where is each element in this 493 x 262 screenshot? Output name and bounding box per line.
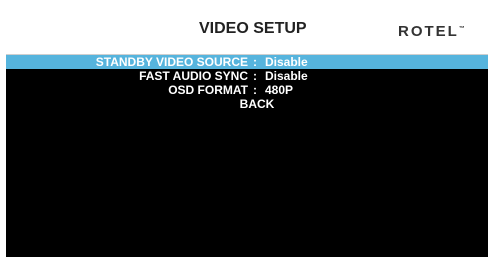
osd-header: VIDEO SETUP ROTEL™ bbox=[6, 6, 488, 55]
menu-item-label: OSD FORMAT bbox=[168, 83, 248, 97]
menu-item-label: STANDBY VIDEO SOURCE bbox=[95, 55, 248, 69]
back-button[interactable]: BACK bbox=[6, 97, 488, 111]
menu-item-back[interactable]: BACK bbox=[6, 97, 488, 111]
video-setup-menu: STANDBY VIDEO SOURCE : Disable FAST AUDI… bbox=[6, 55, 488, 111]
menu-item-value: 480P bbox=[265, 83, 294, 97]
menu-item-separator: : bbox=[253, 83, 257, 97]
menu-item-label: FAST AUDIO SYNC bbox=[139, 69, 248, 83]
brand-name: ROTEL bbox=[398, 23, 459, 40]
menu-item-value: Disable bbox=[265, 55, 308, 69]
menu-item-fast-audio-sync[interactable]: FAST AUDIO SYNC : Disable bbox=[6, 69, 488, 83]
menu-item-value: Disable bbox=[265, 69, 308, 83]
menu-item-separator: : bbox=[253, 69, 257, 83]
menu-item-standby-video-source[interactable]: STANDBY VIDEO SOURCE : Disable bbox=[6, 55, 488, 69]
page-title: VIDEO SETUP bbox=[199, 20, 307, 37]
rotel-logo: ROTEL™ bbox=[398, 23, 465, 40]
menu-item-separator: : bbox=[253, 55, 257, 69]
osd-screen: VIDEO SETUP ROTEL™ STANDBY VIDEO SOURCE … bbox=[6, 6, 488, 257]
trademark-mark: ™ bbox=[458, 26, 465, 32]
menu-item-osd-format[interactable]: OSD FORMAT : 480P bbox=[6, 83, 488, 97]
